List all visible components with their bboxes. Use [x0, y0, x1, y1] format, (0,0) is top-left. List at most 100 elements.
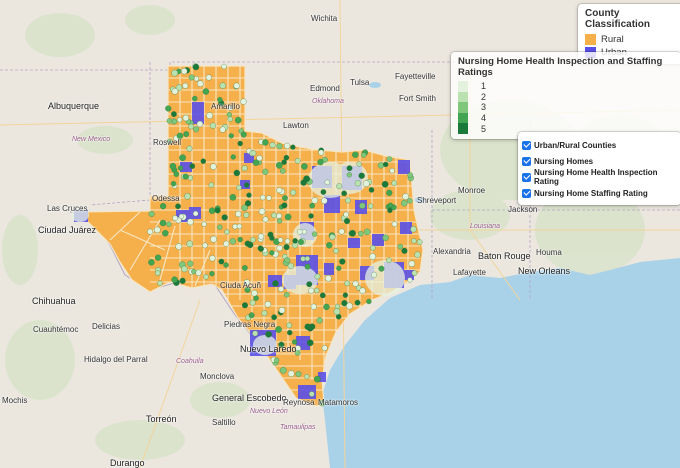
- nursing-home-marker[interactable]: [244, 182, 250, 188]
- nursing-home-marker[interactable]: [237, 140, 243, 147]
- nursing-home-marker[interactable]: [407, 172, 413, 178]
- nursing-home-marker[interactable]: [295, 371, 302, 378]
- nursing-home-marker[interactable]: [387, 202, 394, 208]
- nursing-home-marker[interactable]: [233, 82, 240, 89]
- nursing-home-marker[interactable]: [176, 117, 183, 123]
- nursing-home-marker[interactable]: [227, 116, 233, 122]
- nursing-home-marker[interactable]: [286, 322, 293, 329]
- nursing-home-marker[interactable]: [187, 175, 194, 181]
- nursing-home-marker[interactable]: [278, 286, 285, 293]
- nursing-home-marker[interactable]: [191, 268, 197, 275]
- nursing-home-marker[interactable]: [358, 172, 365, 179]
- nursing-home-marker[interactable]: [147, 228, 153, 235]
- nursing-home-marker[interactable]: [280, 168, 286, 174]
- nursing-home-marker[interactable]: [336, 183, 343, 190]
- nursing-home-marker[interactable]: [296, 229, 303, 235]
- nursing-home-marker[interactable]: [261, 310, 268, 317]
- nursing-home-marker[interactable]: [407, 277, 413, 283]
- nursing-home-marker[interactable]: [313, 375, 321, 383]
- nursing-home-marker[interactable]: [192, 95, 198, 102]
- nursing-home-marker[interactable]: [325, 275, 332, 282]
- nursing-home-marker[interactable]: [276, 245, 283, 252]
- nursing-home-marker[interactable]: [297, 239, 304, 246]
- nursing-home-marker[interactable]: [369, 253, 376, 260]
- nursing-home-marker[interactable]: [324, 179, 330, 185]
- nursing-home-marker[interactable]: [264, 301, 272, 308]
- nursing-home-marker[interactable]: [281, 159, 287, 165]
- nursing-home-marker[interactable]: [236, 184, 242, 191]
- nursing-home-marker[interactable]: [252, 330, 259, 337]
- nursing-home-marker[interactable]: [321, 197, 328, 204]
- nursing-home-marker[interactable]: [271, 212, 277, 219]
- nursing-home-marker[interactable]: [301, 163, 308, 170]
- nursing-home-marker[interactable]: [262, 139, 269, 146]
- nursing-home-marker[interactable]: [202, 242, 208, 249]
- nursing-home-marker[interactable]: [308, 213, 314, 219]
- nursing-home-marker[interactable]: [342, 292, 348, 298]
- nursing-home-marker[interactable]: [251, 289, 258, 297]
- nursing-home-marker[interactable]: [193, 126, 200, 133]
- nursing-home-marker[interactable]: [386, 257, 392, 264]
- nursing-home-marker[interactable]: [166, 221, 172, 227]
- nursing-home-marker[interactable]: [171, 69, 179, 77]
- nursing-home-marker[interactable]: [188, 123, 194, 130]
- nursing-home-marker[interactable]: [279, 366, 287, 374]
- nursing-home-marker[interactable]: [352, 280, 359, 287]
- nursing-home-marker[interactable]: [241, 302, 248, 309]
- nursing-home-marker[interactable]: [208, 207, 216, 214]
- layer-toggle-nursing-homes[interactable]: Nursing Homes: [522, 153, 676, 169]
- nursing-home-marker[interactable]: [181, 67, 188, 75]
- nursing-home-marker[interactable]: [368, 203, 374, 209]
- nursing-home-marker[interactable]: [304, 374, 310, 380]
- checkbox-health-inspection[interactable]: [522, 172, 531, 182]
- nursing-home-marker[interactable]: [278, 307, 286, 314]
- nursing-home-marker[interactable]: [320, 189, 327, 195]
- nursing-home-marker[interactable]: [235, 210, 242, 218]
- nursing-home-marker[interactable]: [378, 265, 385, 272]
- nursing-home-marker[interactable]: [253, 295, 259, 301]
- nursing-home-marker[interactable]: [230, 154, 236, 160]
- nursing-home-marker[interactable]: [411, 270, 418, 276]
- nursing-home-marker[interactable]: [257, 245, 263, 251]
- nursing-home-marker[interactable]: [283, 244, 290, 251]
- nursing-home-marker[interactable]: [166, 118, 173, 124]
- nursing-home-marker[interactable]: [248, 312, 255, 319]
- nursing-home-marker[interactable]: [311, 231, 318, 237]
- nursing-home-marker[interactable]: [236, 223, 243, 230]
- nursing-home-marker[interactable]: [363, 228, 371, 236]
- nursing-home-marker[interactable]: [234, 116, 242, 124]
- nursing-home-marker[interactable]: [338, 228, 345, 235]
- nursing-home-marker[interactable]: [162, 229, 169, 237]
- nursing-home-marker[interactable]: [354, 180, 361, 187]
- nursing-home-marker[interactable]: [173, 171, 180, 177]
- nursing-home-marker[interactable]: [197, 80, 204, 87]
- nursing-home-marker[interactable]: [186, 240, 194, 248]
- nursing-home-marker[interactable]: [383, 161, 389, 168]
- nursing-home-marker[interactable]: [179, 154, 186, 162]
- nursing-home-marker[interactable]: [217, 224, 223, 230]
- nursing-home-marker[interactable]: [300, 179, 307, 186]
- nursing-home-marker[interactable]: [210, 163, 217, 170]
- nursing-home-marker[interactable]: [356, 161, 362, 167]
- nursing-home-marker[interactable]: [247, 241, 254, 249]
- nursing-home-marker[interactable]: [165, 105, 172, 112]
- nursing-home-marker[interactable]: [246, 192, 252, 198]
- nursing-home-marker[interactable]: [304, 256, 310, 262]
- nursing-home-marker[interactable]: [267, 231, 274, 238]
- nursing-home-marker[interactable]: [275, 162, 283, 169]
- nursing-home-marker[interactable]: [276, 143, 283, 150]
- checkbox-staffing[interactable]: [522, 188, 531, 198]
- nursing-home-marker[interactable]: [323, 303, 330, 311]
- nursing-home-marker[interactable]: [182, 82, 189, 89]
- nursing-home-marker[interactable]: [391, 180, 398, 186]
- nursing-home-marker[interactable]: [387, 207, 393, 213]
- nursing-home-marker[interactable]: [408, 260, 416, 267]
- nursing-home-marker[interactable]: [224, 229, 230, 235]
- nursing-home-marker[interactable]: [252, 159, 260, 166]
- nursing-home-marker[interactable]: [171, 111, 177, 117]
- nursing-home-marker[interactable]: [282, 195, 288, 201]
- nursing-home-marker[interactable]: [321, 345, 328, 351]
- nursing-home-marker[interactable]: [240, 98, 247, 105]
- nursing-home-marker[interactable]: [401, 247, 408, 254]
- nursing-home-marker[interactable]: [148, 211, 155, 217]
